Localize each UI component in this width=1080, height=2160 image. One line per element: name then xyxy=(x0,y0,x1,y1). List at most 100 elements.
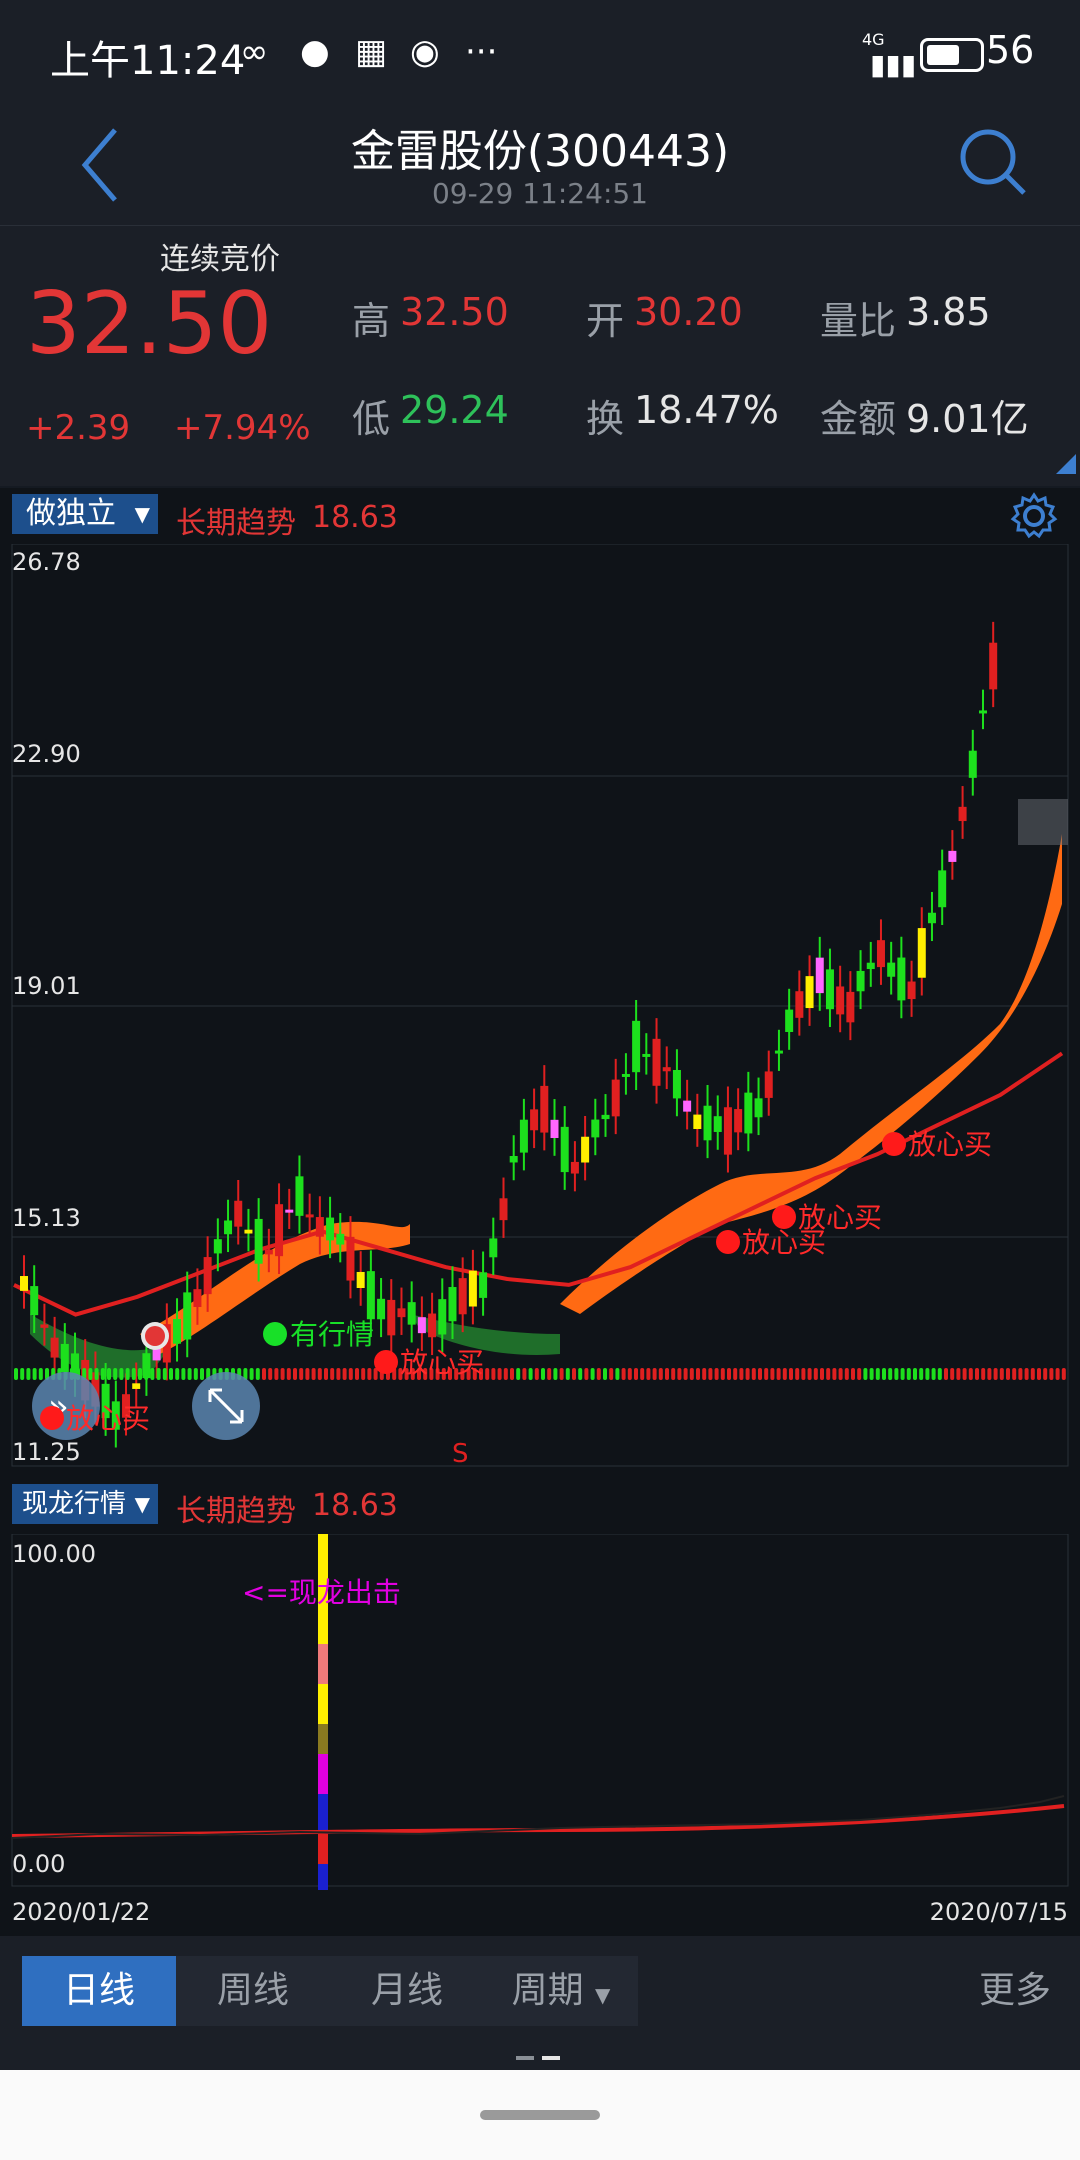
volume-ratio-value: 3.85 xyxy=(906,290,991,334)
buy-signal-dot xyxy=(40,1406,64,1430)
search-icon[interactable] xyxy=(958,127,1028,197)
signal-strip-dot xyxy=(702,1368,707,1380)
main-candlestick-chart[interactable]: 26.78 22.90 19.01 15.13 11.25 » 放心买 有行情 … xyxy=(0,544,1080,1468)
candle-body xyxy=(499,1198,508,1221)
expand-corner-icon[interactable] xyxy=(1056,454,1076,474)
signal-strip-dot xyxy=(317,1368,322,1380)
candle-body xyxy=(662,1067,671,1072)
signal-strip-dot xyxy=(1006,1368,1010,1380)
signal-strip-dot xyxy=(255,1368,260,1380)
candle-body xyxy=(193,1289,202,1307)
signal-strip-dot xyxy=(609,1368,614,1380)
signal-strip-dot xyxy=(311,1368,316,1380)
tab-day[interactable]: 日线 xyxy=(22,1956,176,2026)
signal-strip-dot xyxy=(268,1368,273,1380)
title-bar: 金雷股份(300443) 09-29 11:24:51 xyxy=(0,105,1080,226)
signal-strip-dot xyxy=(652,1368,657,1380)
price-change: +2.39 xyxy=(26,408,131,448)
signal-strip-dot xyxy=(1061,1368,1066,1380)
sub-trend-value: 18.63 xyxy=(312,1488,398,1523)
candle-body xyxy=(948,850,957,862)
signal-strip-dot xyxy=(888,1368,893,1380)
signal-strip-dot xyxy=(125,1368,130,1380)
signal-strip-dot xyxy=(20,1368,25,1380)
signal-strip-dot xyxy=(627,1368,632,1380)
candle-body xyxy=(346,1236,355,1281)
signal-strip xyxy=(14,1368,1066,1380)
signal-strip-dot xyxy=(305,1368,310,1380)
grid-icon: ▦ xyxy=(355,32,388,72)
main-trend-value: 18.63 xyxy=(312,500,398,535)
signal-strip-dot xyxy=(596,1368,601,1380)
signal-strip-dot xyxy=(485,1368,490,1380)
signal-strip-dot xyxy=(367,1368,372,1380)
page-indicator xyxy=(516,2056,534,2060)
signal-strip-dot xyxy=(646,1368,651,1380)
signal-strip-dot xyxy=(1043,1368,1048,1380)
signal-strip-dot xyxy=(1049,1368,1054,1380)
signal-strip-dot xyxy=(528,1368,533,1380)
candle-body xyxy=(570,1161,579,1174)
signal-strip-dot xyxy=(782,1368,787,1380)
candle-body xyxy=(50,1337,59,1358)
candle-body xyxy=(938,870,947,908)
signal-strip-dot xyxy=(900,1368,905,1380)
candle-body xyxy=(285,1209,294,1213)
candle-body xyxy=(652,1038,661,1086)
chart-area[interactable]: 做独立 ▼ 长期趋势 18.63 26.78 22.90 19.01 15.13… xyxy=(0,488,1080,1938)
chat-icon: ◉ xyxy=(410,32,440,72)
signal-strip-dot xyxy=(361,1368,366,1380)
signal-label: 有行情 xyxy=(290,1318,374,1351)
signal-strip-dot xyxy=(795,1368,800,1380)
candle-body xyxy=(550,1119,559,1139)
battery-icon xyxy=(920,38,984,72)
candle-body xyxy=(479,1272,488,1298)
battery-level: 56 xyxy=(986,28,1035,72)
sub-indicator-chart[interactable]: 100.00 0.00 <=现龙出击 xyxy=(0,1534,1080,1890)
signal-strip-dot xyxy=(547,1368,552,1380)
date-start: 2020/01/22 xyxy=(12,1898,151,1926)
candle-body xyxy=(672,1069,681,1099)
candle-body xyxy=(132,1383,141,1389)
signal-strip-dot xyxy=(671,1368,676,1380)
candle-body xyxy=(213,1239,222,1254)
candle-body xyxy=(703,1105,712,1141)
signal-strip-dot xyxy=(565,1368,570,1380)
candle-body xyxy=(203,1257,212,1295)
signal-strip-dot xyxy=(807,1368,812,1380)
amount-value: 9.01亿 xyxy=(906,397,1029,441)
signal-strip-dot xyxy=(491,1368,496,1380)
signal-strip-dot xyxy=(516,1368,521,1380)
signal-strip-dot xyxy=(665,1368,669,1380)
home-indicator[interactable] xyxy=(480,2110,600,2120)
signal-strip-dot xyxy=(981,1368,986,1380)
tab-period[interactable]: 周期 ▼ xyxy=(484,1956,638,2026)
signal-strip-dot xyxy=(107,1368,111,1380)
signal-strip-dot xyxy=(181,1368,186,1380)
sub-indicator-selector[interactable]: 现龙行情 ▼ xyxy=(12,1484,158,1524)
tab-week[interactable]: 周线 xyxy=(176,1956,330,2026)
candle-body xyxy=(275,1204,284,1257)
signal-strip-dot xyxy=(193,1368,198,1380)
signal-strip-dot xyxy=(882,1368,886,1380)
y-tick-label: 26.78 xyxy=(12,548,81,576)
signal-strip-dot xyxy=(987,1368,992,1380)
long-term-trend-line xyxy=(13,1051,1064,1317)
sub-y-top: 100.00 xyxy=(12,1540,96,1568)
candle-body xyxy=(183,1292,192,1340)
signal-strip-dot xyxy=(906,1368,911,1380)
signal-strip-dot xyxy=(559,1368,564,1380)
more-button[interactable]: 更多 xyxy=(960,1956,1070,2026)
candle-body xyxy=(723,1107,732,1155)
signal-strip-dot xyxy=(640,1368,645,1380)
signal-strip-dot xyxy=(925,1368,930,1380)
signal-strip-dot xyxy=(1024,1368,1029,1380)
buy-signal-dot xyxy=(374,1350,398,1374)
gear-icon[interactable] xyxy=(1010,492,1058,540)
tab-month[interactable]: 月线 xyxy=(330,1956,484,2026)
main-indicator-selector[interactable]: 做独立 ▼ xyxy=(12,494,158,534)
signal-strip-dot xyxy=(348,1368,353,1380)
signal-strip-dot xyxy=(578,1368,583,1380)
buy-signal-dot xyxy=(772,1205,796,1229)
status-bar: 上午11:24 ∞ ● ▦ ◉ ··· 4G ▮▮▮ 56 xyxy=(0,0,1080,105)
